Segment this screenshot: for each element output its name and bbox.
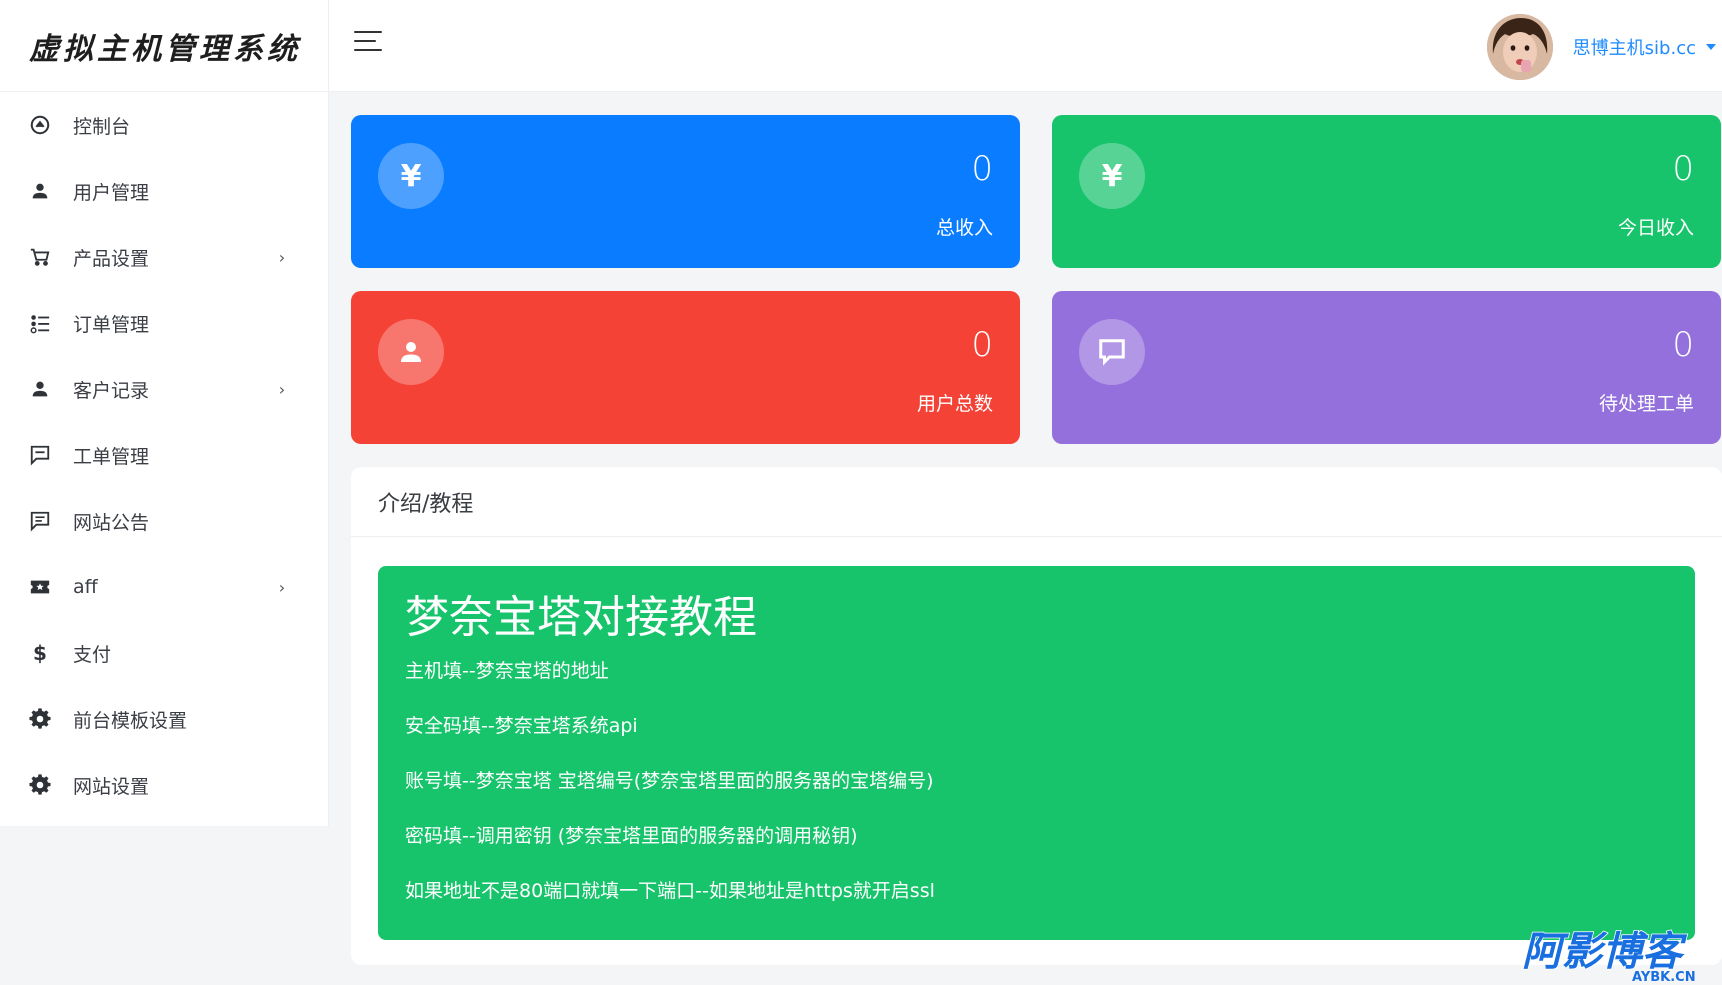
gear-icon — [29, 708, 51, 730]
sidebar-item-orders[interactable]: 订单管理 — [0, 290, 328, 356]
tutorial-box: 梦奈宝塔对接教程 主机填--梦奈宝塔的地址 安全码填--梦奈宝塔系统api 账号… — [378, 566, 1695, 940]
stat-card-today-income: ¥ 0 今日收入 — [1052, 115, 1721, 268]
sidebar-item-dashboard[interactable]: 控制台 — [0, 92, 328, 158]
stat-value: 0 — [1672, 325, 1694, 365]
stat-card-total-users: 0 用户总数 — [351, 291, 1020, 444]
stat-label: 今日收入 — [1617, 217, 1694, 239]
message-icon — [1079, 319, 1145, 385]
sidebar-item-customers[interactable]: 客户记录 › — [0, 356, 328, 422]
tutorial-title: 梦奈宝塔对接教程 — [405, 592, 757, 643]
yen-icon: ¥ — [378, 143, 444, 209]
stat-value: 0 — [971, 149, 993, 189]
sidebar-item-users[interactable]: 用户管理 — [0, 158, 328, 224]
sidebar-nav: 控制台 用户管理 产品设置 › 订单管理 客户记录 › 工单管理 网站公告 af… — [0, 92, 328, 818]
message-icon — [29, 444, 51, 466]
panel-title: 介绍/教程 — [378, 491, 474, 517]
tutorial-line: 安全码填--梦奈宝塔系统api — [405, 714, 638, 737]
sidebar: 虚拟主机管理系统 控制台 用户管理 产品设置 › 订单管理 客户记录 › 工单管… — [0, 0, 329, 826]
svg-text:AYBK.CN: AYBK.CN — [1632, 970, 1696, 985]
brand: 虚拟主机管理系统 — [0, 0, 328, 92]
tutorial-line: 主机填--梦奈宝塔的地址 — [405, 659, 609, 682]
intro-panel: 介绍/教程 梦奈宝塔对接教程 主机填--梦奈宝塔的地址 安全码填--梦奈宝塔系统… — [351, 467, 1722, 965]
chevron-right-icon: › — [278, 247, 286, 267]
cart-icon — [29, 246, 51, 268]
sidebar-item-tickets[interactable]: 工单管理 — [0, 422, 328, 488]
svg-text:阿影博客: 阿影博客 — [1522, 929, 1688, 975]
sidebar-item-label: aff — [73, 576, 98, 598]
sidebar-item-label: 产品设置 — [73, 247, 150, 270]
sidebar-item-products[interactable]: 产品设置 › — [0, 224, 328, 290]
stat-card-total-income: ¥ 0 总收入 — [351, 115, 1020, 268]
stat-label: 待处理工单 — [1598, 393, 1694, 415]
dollar-icon: $ — [33, 641, 47, 665]
caret-down-icon[interactable] — [1706, 44, 1716, 50]
ticket-icon — [29, 576, 51, 598]
sidebar-item-label: 支付 — [73, 643, 112, 666]
yen-icon: ¥ — [1079, 143, 1145, 209]
sidebar-item-label: 客户记录 — [73, 379, 150, 402]
topbar: 思博主机sib.cc — [329, 0, 1722, 92]
stat-card-pending-tickets: 0 待处理工单 — [1052, 291, 1721, 444]
user-icon — [29, 180, 51, 202]
sidebar-item-label: 前台模板设置 — [73, 709, 188, 732]
sidebar-item-announcements[interactable]: 网站公告 — [0, 488, 328, 554]
message-text-icon — [29, 510, 51, 532]
panel-header: 介绍/教程 — [351, 467, 1722, 537]
watermark-logo: 阿影博客 AYBK.CN — [1520, 927, 1718, 985]
sidebar-item-frontend-template[interactable]: 前台模板设置 — [0, 686, 328, 752]
user-name[interactable]: 思博主机sib.cc — [1573, 34, 1696, 60]
list-icon — [29, 312, 51, 334]
brand-title: 虚拟主机管理系统 — [29, 31, 301, 67]
chevron-right-icon: › — [278, 379, 286, 399]
user-menu[interactable]: 思博主机sib.cc — [1486, 14, 1722, 80]
sidebar-item-label: 网站公告 — [73, 511, 150, 534]
sidebar-item-label: 控制台 — [73, 115, 131, 138]
chevron-right-icon: › — [278, 577, 286, 597]
stat-label: 用户总数 — [916, 393, 993, 415]
dashboard-icon — [29, 114, 51, 136]
sidebar-item-label: 订单管理 — [73, 313, 150, 336]
sidebar-item-aff[interactable]: aff › — [0, 554, 328, 620]
hamburger-icon[interactable] — [354, 31, 384, 61]
stat-value: 0 — [1672, 149, 1694, 189]
tutorial-line: 账号填--梦奈宝塔 宝塔编号(梦奈宝塔里面的服务器的宝塔编号) — [405, 769, 934, 792]
tutorial-line: 密码填--调用密钥 (梦奈宝塔里面的服务器的调用秘钥) — [405, 824, 858, 847]
stat-label: 总收入 — [935, 217, 993, 239]
user-icon — [378, 319, 444, 385]
sidebar-item-label: 工单管理 — [73, 445, 150, 468]
tutorial-line: 如果地址不是80端口就填一下端口--如果地址是https就开启ssl — [405, 879, 935, 902]
sidebar-item-label: 用户管理 — [73, 181, 150, 204]
user-icon — [29, 378, 51, 400]
sidebar-item-label: 网站设置 — [73, 775, 150, 798]
gear-icon — [29, 774, 51, 796]
avatar[interactable] — [1486, 14, 1553, 80]
sidebar-item-payment[interactable]: $ 支付 — [0, 620, 328, 686]
stat-value: 0 — [971, 325, 993, 365]
sidebar-item-site-settings[interactable]: 网站设置 — [0, 752, 328, 818]
